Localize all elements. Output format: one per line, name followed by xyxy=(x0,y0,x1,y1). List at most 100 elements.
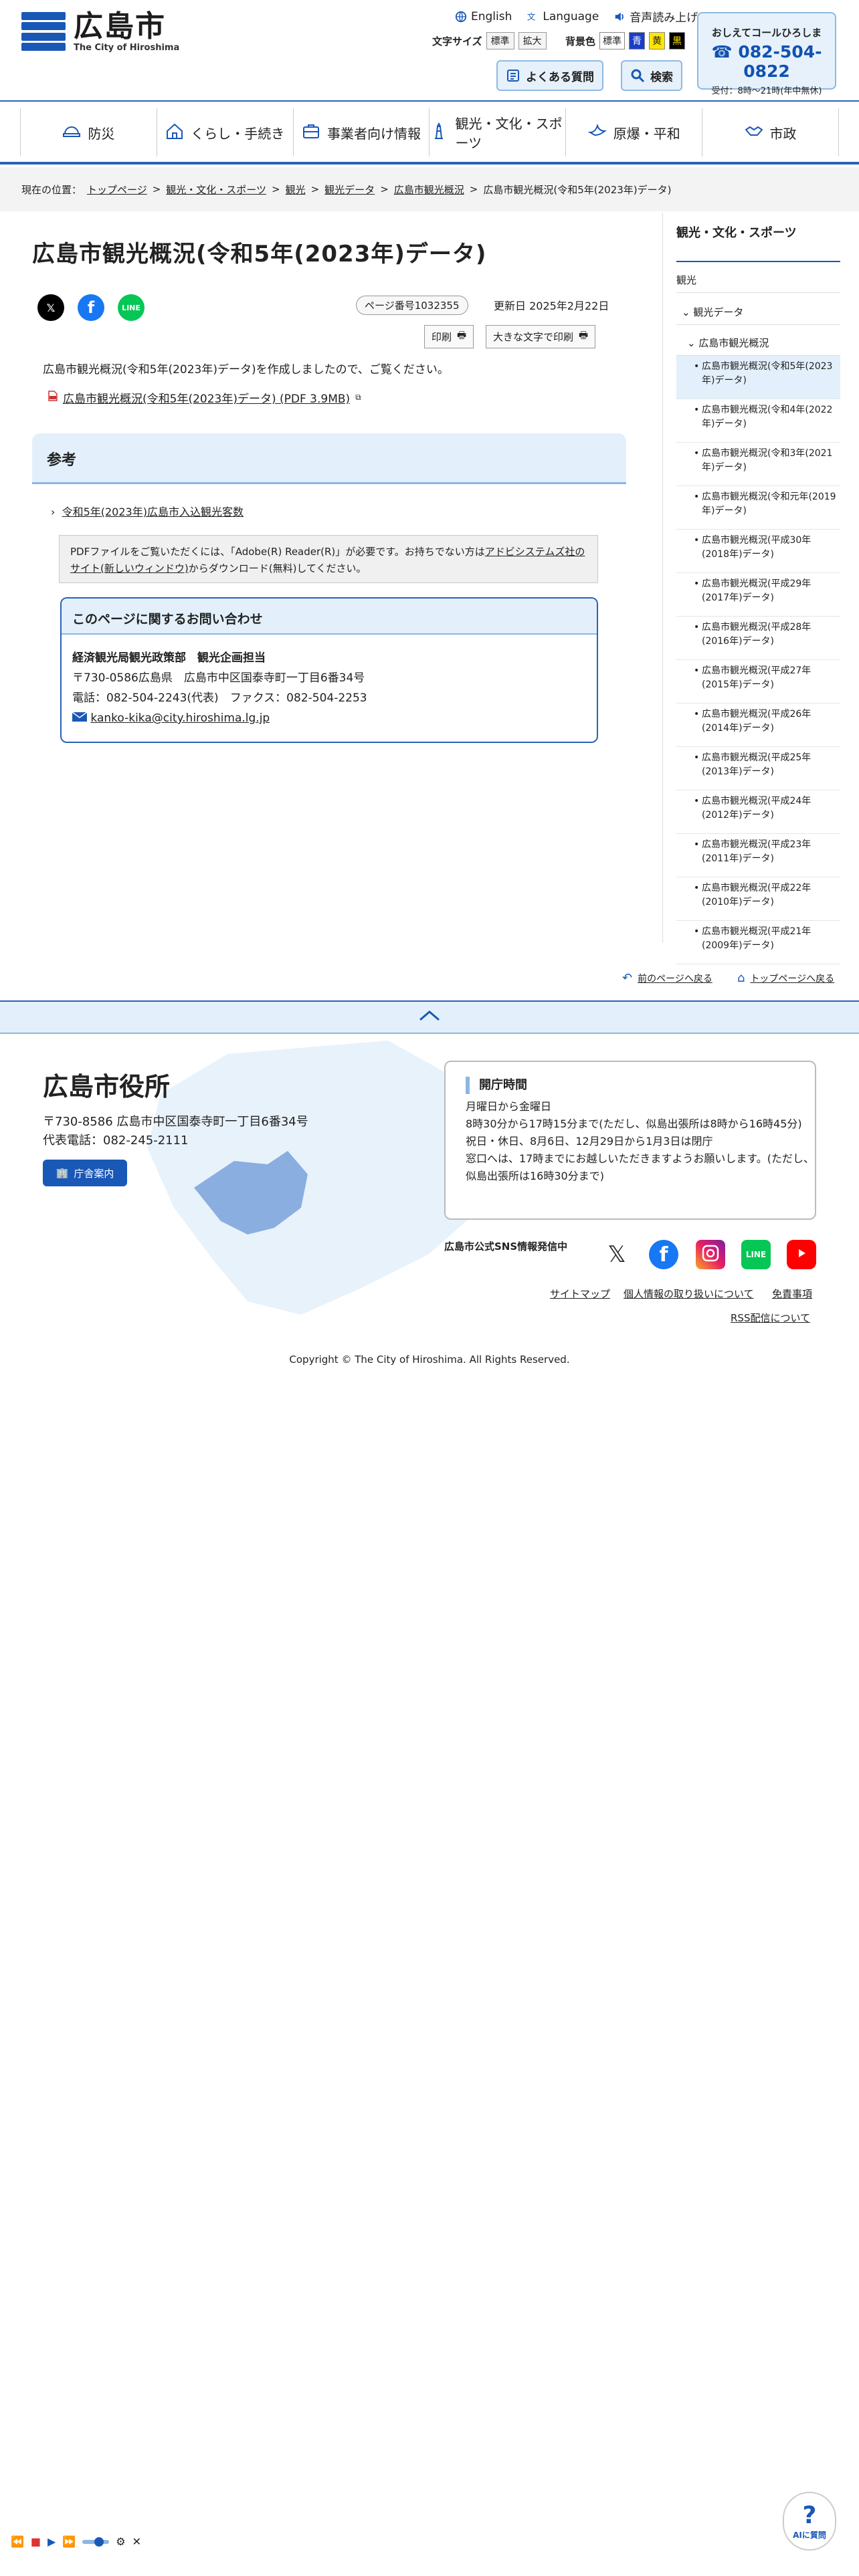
pdf-file-icon xyxy=(48,391,58,405)
chevron-down-icon: ⌄ xyxy=(682,306,690,318)
global-nav: 防災 くらし・手続き 事業者向け情報 観光・文化・スポーツ 原爆・平和 市政 xyxy=(0,100,859,165)
footer-city-name: 広島市役所 xyxy=(43,1072,171,1101)
english-link[interactable]: English xyxy=(455,8,512,25)
sidebar-leaf[interactable]: 広島市観光概況(平成28年(2016年)データ) xyxy=(676,617,840,660)
sidebar-item-tourism-data[interactable]: ⌄ 観光データ xyxy=(676,293,840,325)
sidebar-leaf[interactable]: 広島市観光概況(平成25年(2013年)データ) xyxy=(676,747,840,790)
sns-line-link[interactable]: LINE xyxy=(741,1240,771,1269)
sidebar-leaf-current[interactable]: 広島市観光概況(令和5年(2023年)データ) xyxy=(676,356,840,399)
printer-icon: 🖶 xyxy=(579,329,589,341)
volume-slider[interactable] xyxy=(82,2537,110,2547)
sidebar-leaf[interactable]: 広島市観光概況(平成29年(2017年)データ) xyxy=(676,573,840,617)
reference-heading: 参考 xyxy=(32,433,626,484)
sns-youtube-link[interactable] xyxy=(787,1240,816,1269)
text-size-standard-button[interactable]: 標準 xyxy=(486,32,514,49)
nav-item-city-admin[interactable]: 市政 xyxy=(702,108,839,156)
sidebar-leaf[interactable]: 広島市観光概況(平成26年(2014年)データ) xyxy=(676,704,840,747)
back-arrow-icon: ↶ xyxy=(622,971,633,985)
sns-facebook-link[interactable]: f xyxy=(649,1240,678,1269)
call-center-hours: 受付：8時～21時(年中無休) xyxy=(711,86,822,96)
home-icon: ⌂ xyxy=(737,971,745,985)
nav-item-disaster[interactable]: 防災 xyxy=(20,108,157,156)
intro-text: 広島市観光概況(令和5年(2023年)データ)を作成しましたので、ご覧ください。 xyxy=(43,363,449,377)
pdf-download-link[interactable]: 広島市観光概況(令和5年(2023年)データ) (PDF 3.9MB) ⧉ xyxy=(48,389,361,406)
bg-yellow-button[interactable]: 黄 xyxy=(649,32,666,49)
page-title: 広島市観光概況(令和5年(2023年)データ) xyxy=(32,241,487,267)
line-logo-icon: LINE xyxy=(745,1250,767,1259)
breadcrumb-tourism-culture[interactable]: 観光・文化・スポーツ xyxy=(166,183,266,197)
share-facebook-button[interactable]: f xyxy=(78,294,104,321)
breadcrumb-tourism[interactable]: 観光 xyxy=(286,183,306,197)
language-link[interactable]: 文 Language xyxy=(527,8,599,25)
breadcrumb-tourism-overview[interactable]: 広島市観光概況 xyxy=(394,183,464,197)
share-x-button[interactable]: 𝕏 xyxy=(37,294,64,321)
print-button[interactable]: 印刷 🖶 xyxy=(424,325,474,348)
sidebar-leaf[interactable]: 広島市観光概況(令和4年(2022年)データ) xyxy=(676,399,840,443)
text-size-switcher: 文字サイズ 標準 拡大 xyxy=(432,32,547,49)
back-to-top-page-link[interactable]: ⌂ トップページへ戻る xyxy=(737,971,834,985)
sns-instagram-link[interactable] xyxy=(696,1240,725,1269)
sidebar-leaf[interactable]: 広島市観光概況(令和3年(2021年)データ) xyxy=(676,443,840,486)
forward-icon[interactable]: ⏩ xyxy=(62,2535,76,2548)
footer-link-disclaimer[interactable]: 免責事項 xyxy=(772,1287,812,1301)
contact-heading: このページに関するお問い合わせ xyxy=(62,599,597,635)
settings-gear-icon[interactable]: ⚙ xyxy=(116,2535,125,2548)
sidebar-item-tourism[interactable]: 観光 xyxy=(676,262,840,293)
share-line-button[interactable]: LINE xyxy=(118,294,145,321)
bg-blue-button[interactable]: 青 xyxy=(629,32,646,49)
sidebar-leaf[interactable]: 広島市観光概況(平成22年(2010年)データ) xyxy=(676,877,840,921)
footer-link-rss[interactable]: RSS配信について xyxy=(731,1311,810,1325)
bg-standard-button[interactable]: 標準 xyxy=(599,32,626,49)
call-center-title: おしえてコールひろしま xyxy=(711,27,822,39)
faq-button[interactable]: よくある質問 xyxy=(496,60,603,91)
sidebar-leaf[interactable]: 広島市観光概況(平成21年(2009年)データ) xyxy=(676,921,840,964)
voice-reader-link[interactable]: 音声読み上げ xyxy=(613,8,698,25)
sns-label: 広島市公式SNS情報発信中 xyxy=(444,1241,568,1253)
play-icon[interactable]: ▶ xyxy=(47,2535,56,2548)
stop-icon[interactable]: ■ xyxy=(31,2535,41,2548)
disaster-helmet-icon xyxy=(62,122,81,144)
nav-item-business[interactable]: 事業者向け情報 xyxy=(294,108,430,156)
reference-link[interactable]: › 令和5年(2023年)広島市入込観光客数 xyxy=(51,503,244,519)
sidebar-leaf[interactable]: 広島市観光概況(令和元年(2019年)データ) xyxy=(676,486,840,530)
site-footer: 広島市役所 〒730-8586 広島市中区国泰寺町一丁目6番34号 代表電話：0… xyxy=(0,1034,859,2576)
nav-item-tourism[interactable]: 観光・文化・スポーツ xyxy=(430,108,567,156)
opening-hours-title: 開庁時間 xyxy=(466,1077,815,1094)
text-size-large-button[interactable]: 拡大 xyxy=(518,32,547,49)
chevron-right-icon: › xyxy=(51,506,56,518)
question-bubble-icon: ? xyxy=(802,2501,817,2529)
page-top-button[interactable] xyxy=(0,1000,859,1034)
sidebar-leaf[interactable]: 広島市観光概況(平成27年(2015年)データ) xyxy=(676,660,840,704)
sidebar-item-tourism-overview[interactable]: ⌄ 広島市観光概況 xyxy=(676,325,840,356)
chevron-down-icon: ⌄ xyxy=(687,337,696,349)
pdf-reader-note: PDFファイルをご覧いただくには、「Adobe(R) Reader(R)」が必要… xyxy=(59,535,598,583)
contact-box: このページに関するお問い合わせ 経済観光局観光政策部 観光企画担当 〒730-0… xyxy=(60,597,598,743)
sns-x-link[interactable]: 𝕏 xyxy=(602,1240,632,1269)
sidebar-leaf[interactable]: 広島市観光概況(平成30年(2018年)データ) xyxy=(676,530,840,573)
call-center-box[interactable]: おしえてコールひろしま ☎ 082-504-0822 受付：8時～21時(年中無… xyxy=(697,12,836,96)
back-to-previous-link[interactable]: ↶ 前のページへ戻る xyxy=(622,971,712,985)
site-logo[interactable]: 広島市 The City of Hiroshima xyxy=(21,9,179,53)
contact-email-link[interactable]: kanko-kika@city.hiroshima.lg.jp xyxy=(72,708,597,728)
nav-item-peace[interactable]: 原爆・平和 xyxy=(566,108,703,156)
globe-icon xyxy=(455,11,467,23)
ai-question-button[interactable]: ? AIに質問 xyxy=(783,2492,836,2551)
building-guide-button[interactable]: 🏢 庁舎案内 xyxy=(43,1160,127,1186)
breadcrumb-top[interactable]: トップページ xyxy=(87,183,147,197)
nav-item-living[interactable]: くらし・手続き xyxy=(157,108,294,156)
bg-black-button[interactable]: 黒 xyxy=(669,32,686,49)
rewind-icon[interactable]: ⏪ xyxy=(11,2535,24,2548)
city-emblem-icon xyxy=(21,9,66,53)
sidebar-leaf[interactable]: 広島市観光概況(平成23年(2011年)データ) xyxy=(676,834,840,877)
breadcrumb-tourism-data[interactable]: 観光データ xyxy=(324,183,375,197)
footer-link-sitemap[interactable]: サイトマップ xyxy=(550,1287,610,1301)
search-button[interactable]: 検索 xyxy=(621,60,682,91)
house-icon xyxy=(165,122,184,144)
print-large-button[interactable]: 大きな文字で印刷 🖶 xyxy=(486,325,596,348)
speech-player-bar: ⏪ ■ ▶ ⏩ ⚙ ✕ xyxy=(11,2535,141,2548)
footer-link-privacy[interactable]: 個人情報の取り扱いについて xyxy=(624,1287,754,1301)
close-icon[interactable]: ✕ xyxy=(132,2535,141,2548)
search-icon xyxy=(630,68,645,83)
sidebar: 観光・文化・スポーツ 観光 ⌄ 観光データ ⌄ 広島市観光概況 広島市観光概況(… xyxy=(662,213,840,964)
sidebar-leaf[interactable]: 広島市観光概況(平成24年(2012年)データ) xyxy=(676,790,840,834)
